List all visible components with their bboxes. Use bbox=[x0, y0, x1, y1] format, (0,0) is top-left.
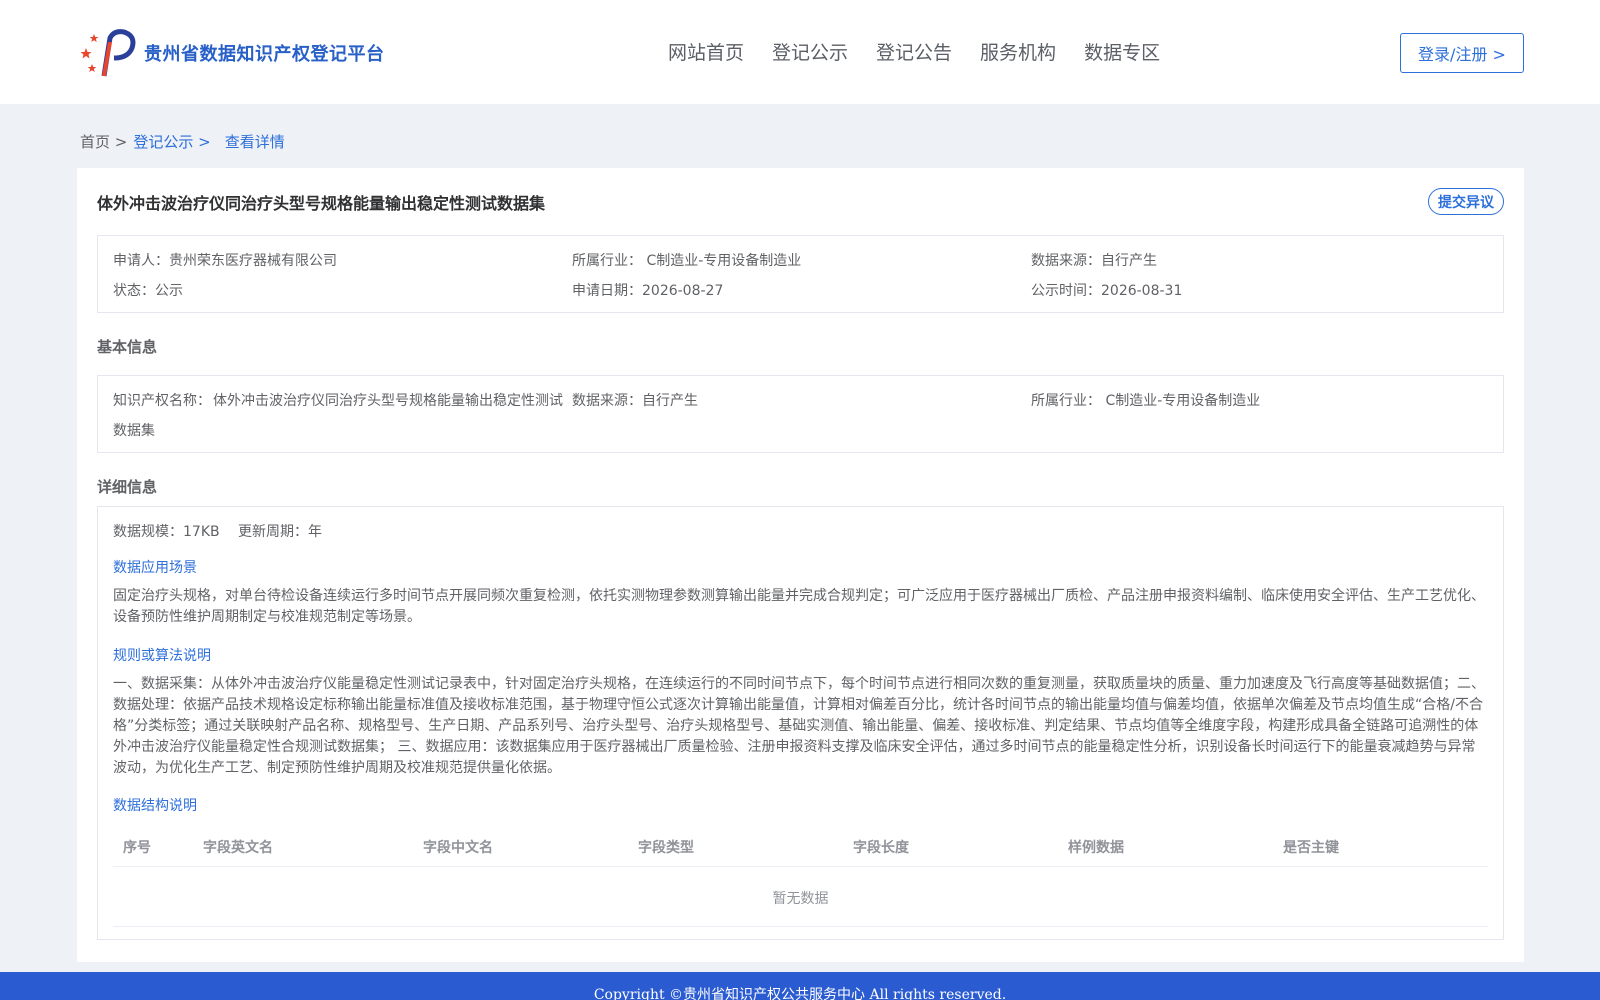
scene-title: 数据应用场景 bbox=[113, 560, 197, 576]
login-register-button[interactable]: 登录/注册 > bbox=[1400, 33, 1524, 73]
breadcrumb-publicity[interactable]: 登记公示 > bbox=[133, 131, 210, 152]
update-cycle: 更新周期：年 bbox=[238, 524, 322, 540]
ip-name-line1: 体外冲击波治疗仪同治疗头型号规格能量输出稳定性测试 bbox=[213, 393, 563, 409]
breadcrumb: 首页 > 登记公示 > 查看详情 bbox=[80, 131, 285, 152]
nav-item-service-agencies[interactable]: 服务机构 bbox=[980, 38, 1056, 65]
basic-info-title: 基本信息 bbox=[97, 338, 158, 356]
detail-panel: 体外冲击波治疗仪同治疗头型号规格能量输出稳定性测试数据集 提交异议 申请人：贵州… bbox=[77, 168, 1524, 962]
ip-name-label: 知识产权名称： bbox=[113, 393, 211, 409]
breadcrumb-home[interactable]: 首页 > bbox=[80, 131, 127, 152]
site-footer: Copyright ©贵州省知识产权公共服务中心 All rights rese… bbox=[0, 972, 1600, 1000]
nav-item-data-zone[interactable]: 数据专区 bbox=[1084, 38, 1160, 65]
th-primary-key: 是否主键 bbox=[1283, 840, 1339, 856]
struct-title: 数据结构说明 bbox=[113, 798, 197, 814]
breadcrumb-current: 查看详情 bbox=[224, 133, 285, 151]
basic-info-box: 知识产权名称： 体外冲击波治疗仪同治疗头型号规格能量输出稳定性测试 数据集 数据… bbox=[97, 375, 1504, 453]
rule-text: 一、数据采集：从体外冲击波治疗仪能量稳定性测试记录表中，针对固定治疗头规格，在连… bbox=[113, 676, 1485, 776]
table-empty-state: 暂无数据 bbox=[113, 869, 1488, 927]
site-title: 贵州省数据知识产权登记平台 bbox=[144, 44, 385, 65]
th-sample-data: 样例数据 bbox=[1068, 840, 1124, 856]
basic-industry: 所属行业： C制造业-专用设备制造业 bbox=[1031, 393, 1261, 409]
submit-objection-button[interactable]: 提交异议 bbox=[1428, 188, 1504, 215]
detail-info-title: 详细信息 bbox=[97, 478, 158, 496]
th-index: 序号 bbox=[123, 840, 151, 856]
data-source: 数据来源：自行产生 bbox=[1031, 253, 1157, 269]
status: 状态：公示 bbox=[113, 283, 183, 299]
th-chinese-name: 字段中文名 bbox=[423, 840, 493, 856]
applicant: 申请人：贵州荣东医疗器械有限公司 bbox=[113, 253, 337, 269]
nav-item-registration-publicity[interactable]: 登记公示 bbox=[772, 38, 848, 65]
apply-date: 申请日期：2026-08-27 bbox=[572, 283, 724, 299]
main-nav: 网站首页 登记公示 登记公告 服务机构 数据专区 bbox=[668, 38, 1160, 65]
rule-title: 规则或算法说明 bbox=[113, 648, 211, 664]
scene-text: 固定治疗头规格，对单台待检设备连续运行多时间节点开展同频次重复检测，依托实测物理… bbox=[113, 588, 1485, 625]
th-field-type: 字段类型 bbox=[638, 840, 694, 856]
th-english-name: 字段英文名 bbox=[203, 840, 273, 856]
publish-date: 公示时间：2026-08-31 bbox=[1031, 283, 1183, 299]
page-title: 体外冲击波治疗仪同治疗头型号规格能量输出稳定性测试数据集 bbox=[97, 194, 546, 213]
site-header: 贵州省数据知识产权登记平台 网站首页 登记公示 登记公告 服务机构 数据专区 登… bbox=[0, 0, 1600, 104]
detail-info-box: 数据规模：17KB 更新周期：年 数据应用场景 固定治疗头规格，对单台待检设备连… bbox=[97, 506, 1504, 940]
basic-data-source: 数据来源：自行产生 bbox=[572, 393, 698, 409]
summary-box: 申请人：贵州荣东医疗器械有限公司 所属行业： C制造业-专用设备制造业 数据来源… bbox=[97, 235, 1504, 313]
nav-item-home[interactable]: 网站首页 bbox=[668, 38, 744, 65]
logo-emblem-icon bbox=[80, 28, 138, 78]
th-field-length: 字段长度 bbox=[853, 840, 909, 856]
site-logo[interactable]: 贵州省数据知识产权登记平台 bbox=[80, 28, 385, 78]
struct-table-header: 序号 字段英文名 字段中文名 字段类型 字段长度 样例数据 是否主键 bbox=[113, 825, 1488, 867]
nav-item-registration-announcement[interactable]: 登记公告 bbox=[876, 38, 952, 65]
industry: 所属行业： C制造业-专用设备制造业 bbox=[572, 253, 802, 269]
ip-name-line2: 数据集 bbox=[113, 423, 155, 439]
data-scale: 数据规模：17KB bbox=[113, 524, 220, 540]
